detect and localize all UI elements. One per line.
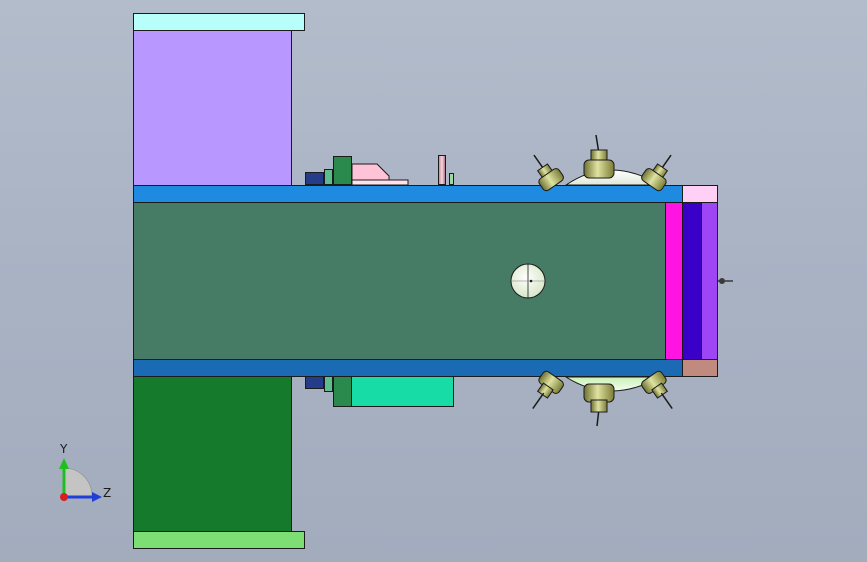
center-ball[interactable] <box>510 263 546 299</box>
triad-z-label: Z <box>103 486 112 500</box>
sensor-probe-icon[interactable] <box>524 148 565 192</box>
sensor-probe-icon[interactable] <box>523 370 565 416</box>
sensor-probe-icon[interactable] <box>583 383 615 427</box>
knob-icon[interactable] <box>718 278 733 284</box>
pink-wedge-base[interactable] <box>351 179 409 186</box>
cad-viewport[interactable]: Y Z <box>0 0 867 562</box>
triad-y-label: Y <box>60 442 68 456</box>
sensor-probe-icon[interactable] <box>583 134 615 179</box>
coordinate-triad-icon <box>59 458 102 502</box>
sensor-probe-icon[interactable] <box>640 148 681 192</box>
